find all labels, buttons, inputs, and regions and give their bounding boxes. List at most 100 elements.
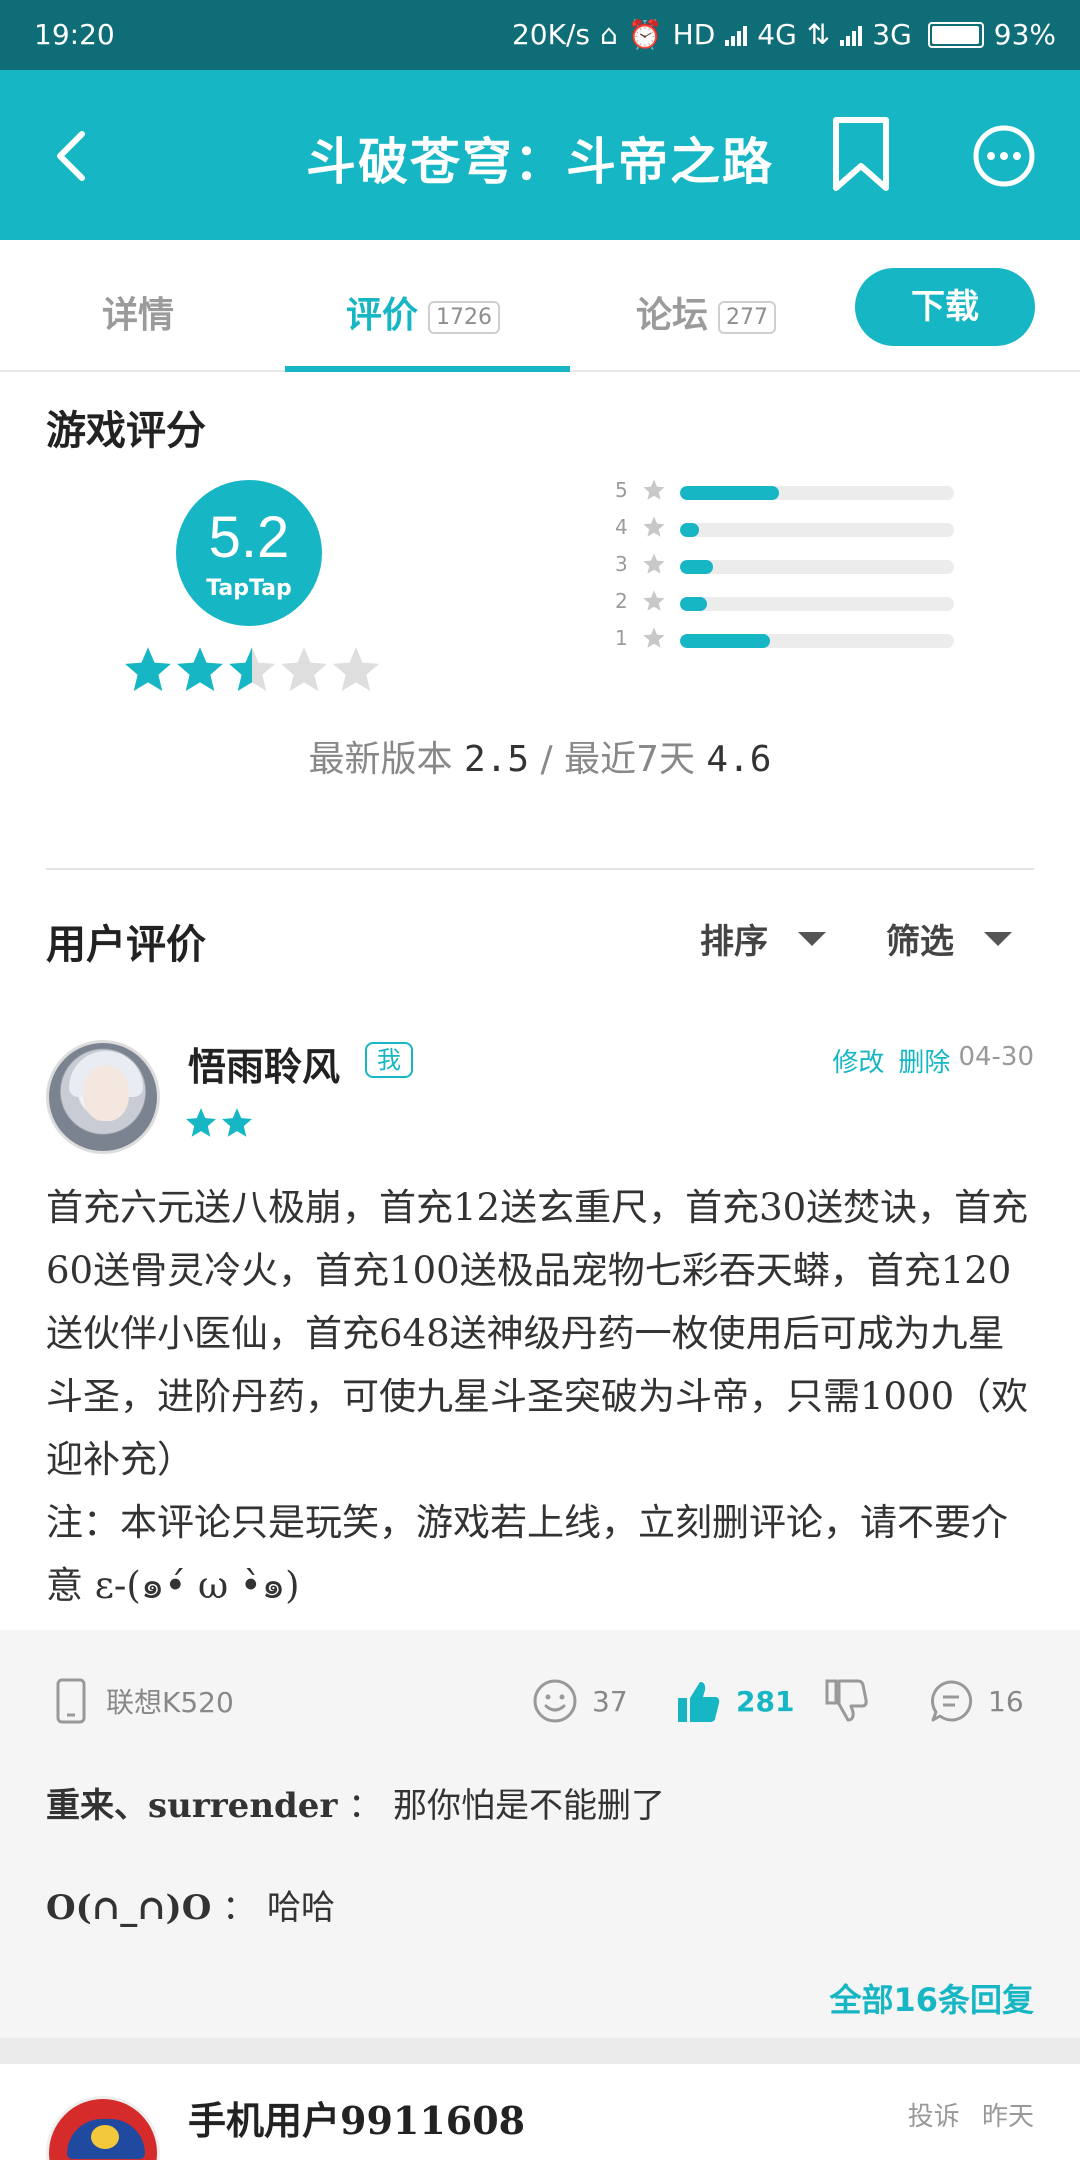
section-divider (46, 868, 1034, 870)
reply-user[interactable]: O(∩_∩)O (46, 1888, 211, 1928)
funny-button[interactable]: 37 (532, 1678, 628, 1724)
review-actions: 修改 删除 04-30 (832, 1042, 1034, 1079)
status-right: 20K/s ⌂ ⏰ HD 4G ⇅ 3G 93% (512, 18, 1056, 51)
tab-reviews[interactable]: 评价 1726 (346, 286, 501, 338)
reply-text: 那你怕是不能删了 (392, 1786, 665, 1826)
rating-bar-row: 3 (612, 550, 972, 587)
avatar-face (83, 1065, 129, 1121)
star-icon (642, 589, 666, 613)
battery-percent: 93% (993, 18, 1056, 51)
avatar[interactable] (46, 2096, 160, 2160)
filter-label: 筛选 (886, 922, 954, 962)
rating-bar-track (680, 634, 954, 648)
smiley-icon (533, 1679, 577, 1723)
taptap-brand: TapTap (206, 576, 292, 601)
tab-forum-count: 277 (718, 300, 777, 334)
sort-label: 排序 (700, 922, 768, 962)
network-speed: 20K/s (511, 18, 590, 51)
signal-icon (725, 24, 748, 46)
reply-item[interactable]: O(∩_∩)O ： 哈哈 (46, 1880, 335, 1929)
rating-bar-fill (680, 560, 713, 574)
more-options-icon[interactable] (972, 124, 1036, 188)
reply-text: 哈哈 (267, 1888, 336, 1928)
all-replies-link[interactable]: 全部16条回复 (829, 1975, 1034, 2021)
star-icon (642, 478, 666, 502)
star-icon (226, 644, 278, 696)
rating-bar-fill (680, 523, 700, 537)
reply-separator: ： (337, 1786, 383, 1826)
filter-caret-icon (984, 931, 1012, 946)
battery-icon (927, 21, 984, 48)
star-icon (642, 515, 666, 539)
avatar-badge (91, 2125, 119, 2149)
app-header: 斗破苍穹：斗帝之路 (0, 70, 1080, 240)
me-badge: 我 (365, 1042, 413, 1078)
reviews-section-title: 用户评价 (46, 921, 206, 968)
delete-review-button[interactable]: 删除 (898, 1042, 950, 1079)
star-icon (642, 552, 666, 576)
star-icon (122, 644, 174, 696)
rating-bar-fill (680, 634, 771, 648)
star-icon (184, 1106, 218, 1140)
sort-caret-icon (798, 931, 826, 946)
tab-reviews-count: 1726 (428, 300, 501, 334)
review-stars (184, 1106, 254, 1140)
reply-user[interactable]: 重来、surrender (46, 1786, 337, 1826)
rating-bar-track (680, 597, 954, 611)
like-count: 281 (736, 1684, 795, 1718)
reply-item[interactable]: 重来、surrender ： 那你怕是不能删了 (46, 1778, 665, 1827)
rating-bar-row: 2 (612, 587, 972, 624)
edit-review-button[interactable]: 修改 (832, 1042, 884, 1079)
device-info: 联想K520 (56, 1678, 234, 1724)
rating-bar-track (680, 486, 954, 500)
sort-dropdown[interactable]: 排序 (700, 914, 826, 963)
rating-bar-row: 1 (612, 624, 972, 661)
tab-forum[interactable]: 论坛 277 (636, 286, 777, 338)
review-date: 04-30 (958, 1042, 1034, 1072)
review-username[interactable]: 手机用户9911608 (188, 2090, 525, 2145)
score-section-title: 游戏评分 (46, 407, 206, 454)
rating-bar-label: 4 (615, 515, 628, 539)
tab-reviews-label: 评价 (346, 295, 419, 336)
rating-bar-row: 4 (612, 513, 972, 550)
rating-bar-track (680, 523, 954, 537)
signal-icon-2 (840, 24, 863, 46)
bookmark-icon[interactable] (826, 114, 896, 194)
status-time: 19:20 (34, 18, 115, 51)
mute-alarm-icon: ⏰ (627, 18, 663, 51)
star-icon (330, 644, 382, 696)
comment-button[interactable]: 16 (928, 1678, 1024, 1724)
funny-count: 37 (592, 1684, 628, 1718)
rating-bar-label: 3 (615, 552, 628, 576)
rating-bar-fill (680, 597, 708, 611)
tab-details-label: 详情 (102, 295, 175, 336)
recent-label: 最近7天 (564, 739, 695, 780)
tab-details[interactable]: 详情 (102, 286, 174, 338)
location-icon: ⌂ (599, 18, 618, 51)
rating-bar-label: 5 (615, 478, 628, 502)
reply-separator: ： (211, 1888, 257, 1928)
download-button[interactable]: 下载 (855, 268, 1035, 346)
dislike-button[interactable] (824, 1678, 870, 1724)
data-transfer-icon: ⇅ (806, 18, 831, 51)
page-title: 斗破苍穹：斗帝之路 (306, 132, 774, 191)
tab-forum-label: 论坛 (636, 295, 709, 336)
hd-label: HD (672, 18, 716, 51)
review-separator (0, 2038, 1080, 2064)
score-value: 5.2 (208, 505, 290, 570)
review-date: 昨天 (981, 2102, 1034, 2132)
avatar[interactable] (46, 1040, 160, 1154)
review-footer-panel: 联想K520 37 281 16 重来、surrender ： 那你怕是不能删了… (0, 1630, 1080, 2038)
rating-bar-label: 2 (615, 589, 628, 613)
network-type-2: 3G (872, 18, 912, 51)
review-username[interactable]: 悟雨聆风 (188, 1036, 340, 1091)
version-score-line: 最新版本 2.5 / 最近7天 4.6 (0, 730, 1080, 782)
latest-version-label: 最新版本 (308, 739, 453, 780)
filter-dropdown[interactable]: 筛选 (886, 914, 1012, 963)
like-button[interactable]: 281 (676, 1678, 794, 1724)
report-button[interactable]: 投诉 (908, 2102, 960, 2132)
star-icon (220, 1106, 254, 1140)
recent-score: 4.6 (706, 739, 772, 780)
latest-version-score: 2.5 (464, 739, 530, 780)
phone-icon (56, 1678, 86, 1724)
